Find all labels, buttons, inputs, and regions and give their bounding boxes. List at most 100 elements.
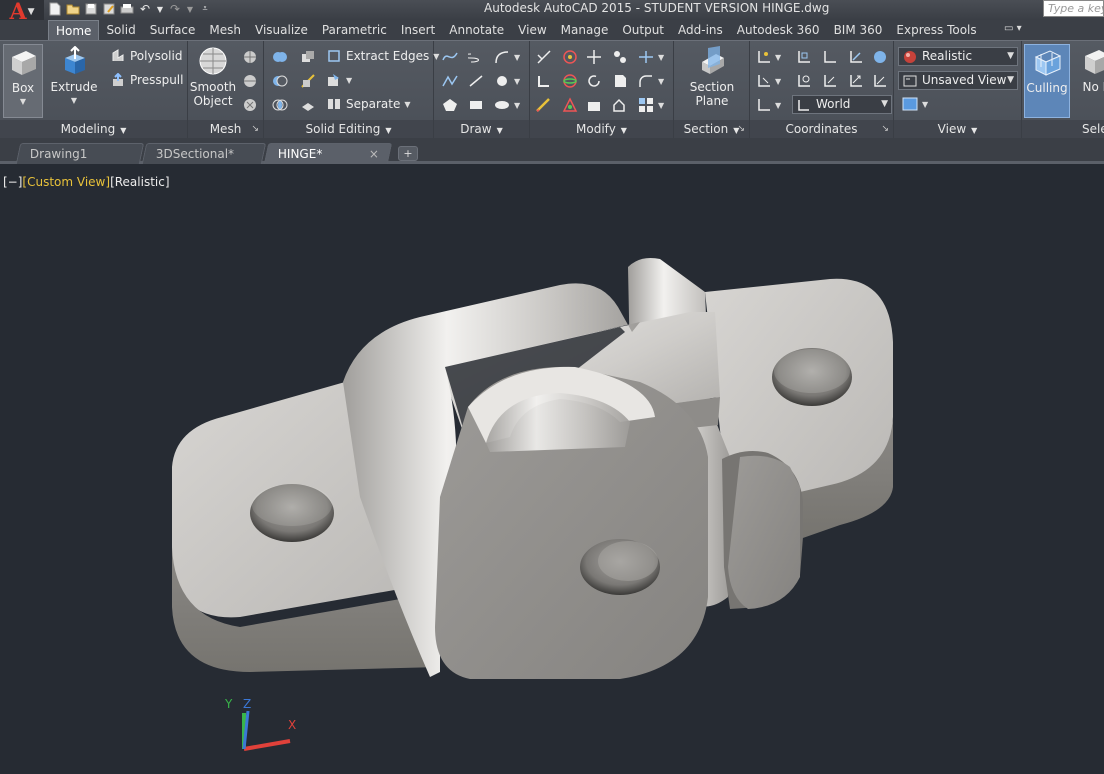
- copy-icon[interactable]: [612, 49, 628, 65]
- spline-icon[interactable]: [442, 49, 458, 65]
- fillet-icon[interactable]: [638, 73, 654, 89]
- 3d-scale-icon[interactable]: [562, 97, 578, 113]
- tab-visualize[interactable]: Visualize: [248, 20, 315, 40]
- file-tab-3dsectional[interactable]: 3DSectional*: [141, 143, 267, 164]
- panel-title-solid-editing[interactable]: Solid Editing ▼: [264, 120, 433, 139]
- fillet-edge-icon[interactable]: [536, 49, 552, 65]
- polyline-icon[interactable]: [442, 73, 458, 89]
- intersect-icon[interactable]: [272, 97, 288, 113]
- ucs-named-icon[interactable]: [756, 97, 772, 113]
- open-folder-icon[interactable]: [66, 2, 80, 16]
- panel-title-modeling[interactable]: Modeling ▼: [0, 120, 187, 139]
- chevron-down-icon[interactable]: ▼: [514, 53, 520, 62]
- panel-title-modify[interactable]: Modify ▼: [530, 120, 673, 139]
- ellipse-icon[interactable]: [494, 97, 510, 113]
- panel-title-mesh[interactable]: Mesh ↘: [188, 120, 263, 139]
- tab-output[interactable]: Output: [615, 20, 671, 40]
- tab-view[interactable]: View: [511, 20, 553, 40]
- chevron-down-icon[interactable]: ▼: [658, 53, 664, 62]
- mirror-icon[interactable]: [612, 73, 628, 89]
- close-icon[interactable]: ×: [369, 144, 379, 164]
- drawing-viewport[interactable]: [−][Custom View][Realistic] Y Z X: [0, 167, 1104, 774]
- presspull-button[interactable]: Presspull: [110, 72, 183, 88]
- tab-manage[interactable]: Manage: [554, 20, 616, 40]
- tab-annotate[interactable]: Annotate: [442, 20, 511, 40]
- save-as-icon[interactable]: [102, 2, 116, 16]
- union-icon[interactable]: [272, 49, 288, 65]
- slice-icon[interactable]: [300, 73, 316, 89]
- ucs-3point-icon[interactable]: [872, 73, 888, 89]
- chevron-down-icon[interactable]: ▼: [658, 101, 664, 110]
- move-icon[interactable]: [586, 49, 602, 65]
- undo-icon[interactable]: ↶: [138, 2, 152, 16]
- 3d-move-icon[interactable]: [562, 49, 578, 65]
- chevron-down-icon[interactable]: ▼: [514, 77, 520, 86]
- ucs-icon[interactable]: [756, 49, 772, 65]
- save-icon[interactable]: [84, 2, 98, 16]
- helix-icon[interactable]: [468, 49, 484, 65]
- smooth-more-icon[interactable]: [242, 49, 258, 65]
- dialog-launcher-icon[interactable]: ↘: [251, 120, 259, 139]
- refine-mesh-icon[interactable]: [242, 97, 258, 113]
- rotate-icon[interactable]: [586, 73, 602, 89]
- stretch-icon[interactable]: [586, 97, 602, 113]
- dialog-launcher-icon[interactable]: ↘: [881, 120, 889, 139]
- extract-edges-button[interactable]: Extract Edges ▼: [326, 48, 439, 64]
- viewport-config-button[interactable]: ▼: [902, 96, 928, 112]
- smooth-less-icon[interactable]: [242, 73, 258, 89]
- search-input[interactable]: Type a keyword or phrase: [1043, 0, 1104, 17]
- ucs-previous-icon[interactable]: [822, 49, 838, 65]
- line-icon[interactable]: [468, 73, 484, 89]
- file-tab-hinge[interactable]: HINGE* ×: [263, 143, 393, 164]
- rectangle-icon[interactable]: [468, 97, 484, 113]
- extrude-button[interactable]: Extrude ▼: [50, 44, 98, 108]
- smooth-object-button[interactable]: Smooth Object: [190, 44, 236, 108]
- redo-icon[interactable]: ↷: [168, 2, 182, 16]
- chevron-down-icon[interactable]: ▼: [156, 2, 164, 16]
- edit-pen-icon[interactable]: [536, 97, 552, 113]
- new-file-icon[interactable]: [48, 2, 62, 16]
- chevron-down-icon[interactable]: ▼: [186, 2, 194, 16]
- arc-icon[interactable]: [494, 49, 510, 65]
- tab-add-ins[interactable]: Add-ins: [671, 20, 730, 40]
- array-icon[interactable]: [638, 97, 654, 113]
- view-control[interactable]: [Custom View]: [22, 175, 110, 189]
- ucs-y-icon[interactable]: [822, 73, 838, 89]
- ucs-origin-icon[interactable]: [756, 73, 772, 89]
- ucs-z-icon[interactable]: [848, 73, 864, 89]
- dialog-launcher-icon[interactable]: ↘: [737, 120, 745, 139]
- circle-icon[interactable]: [494, 73, 510, 89]
- separate-button[interactable]: Separate ▼: [326, 96, 411, 112]
- ribbon-minimize-toggle[interactable]: ▭ ▾: [1004, 23, 1022, 34]
- ucs-world-icon[interactable]: [796, 49, 812, 65]
- trim-icon[interactable]: [638, 49, 654, 65]
- thicken-icon[interactable]: [300, 97, 316, 113]
- file-tab-drawing1[interactable]: Drawing1: [15, 143, 145, 164]
- panel-title-view[interactable]: View ▼: [894, 120, 1021, 139]
- box-button[interactable]: Box ▼: [3, 44, 43, 118]
- plot-icon[interactable]: [120, 2, 134, 16]
- named-view-select[interactable]: Unsaved View ▼: [898, 71, 1018, 90]
- panel-title-section[interactable]: Section ▼ ↘: [674, 120, 749, 139]
- chevron-down-icon[interactable]: ▼: [775, 53, 781, 62]
- tab-solid[interactable]: Solid: [99, 20, 142, 40]
- tab-express-tools[interactable]: Express Tools: [889, 20, 983, 40]
- viewport-minus-control[interactable]: [−]: [3, 175, 22, 189]
- ucs-view-icon[interactable]: [872, 49, 888, 65]
- tab-insert[interactable]: Insert: [394, 20, 442, 40]
- visual-style-select[interactable]: Realistic ▼: [898, 47, 1018, 66]
- ucs-select[interactable]: World ▼: [792, 95, 892, 114]
- chevron-down-icon[interactable]: ▼: [514, 101, 520, 110]
- polygon-icon[interactable]: [442, 97, 458, 113]
- 3d-rotate-icon[interactable]: [562, 73, 578, 89]
- chevron-down-icon[interactable]: ▼: [775, 101, 781, 110]
- tab-parametric[interactable]: Parametric: [315, 20, 394, 40]
- panel-title-draw[interactable]: Draw ▼: [434, 120, 529, 139]
- new-tab-button[interactable]: +: [398, 146, 418, 161]
- tab-home[interactable]: Home: [48, 20, 100, 40]
- ucs-x-icon[interactable]: [796, 73, 812, 89]
- tab-autodesk-360[interactable]: Autodesk 360: [730, 20, 827, 40]
- scale-icon[interactable]: [612, 97, 628, 113]
- ucs-face-icon[interactable]: [848, 49, 864, 65]
- no-filter-button[interactable]: No F: [1076, 44, 1104, 94]
